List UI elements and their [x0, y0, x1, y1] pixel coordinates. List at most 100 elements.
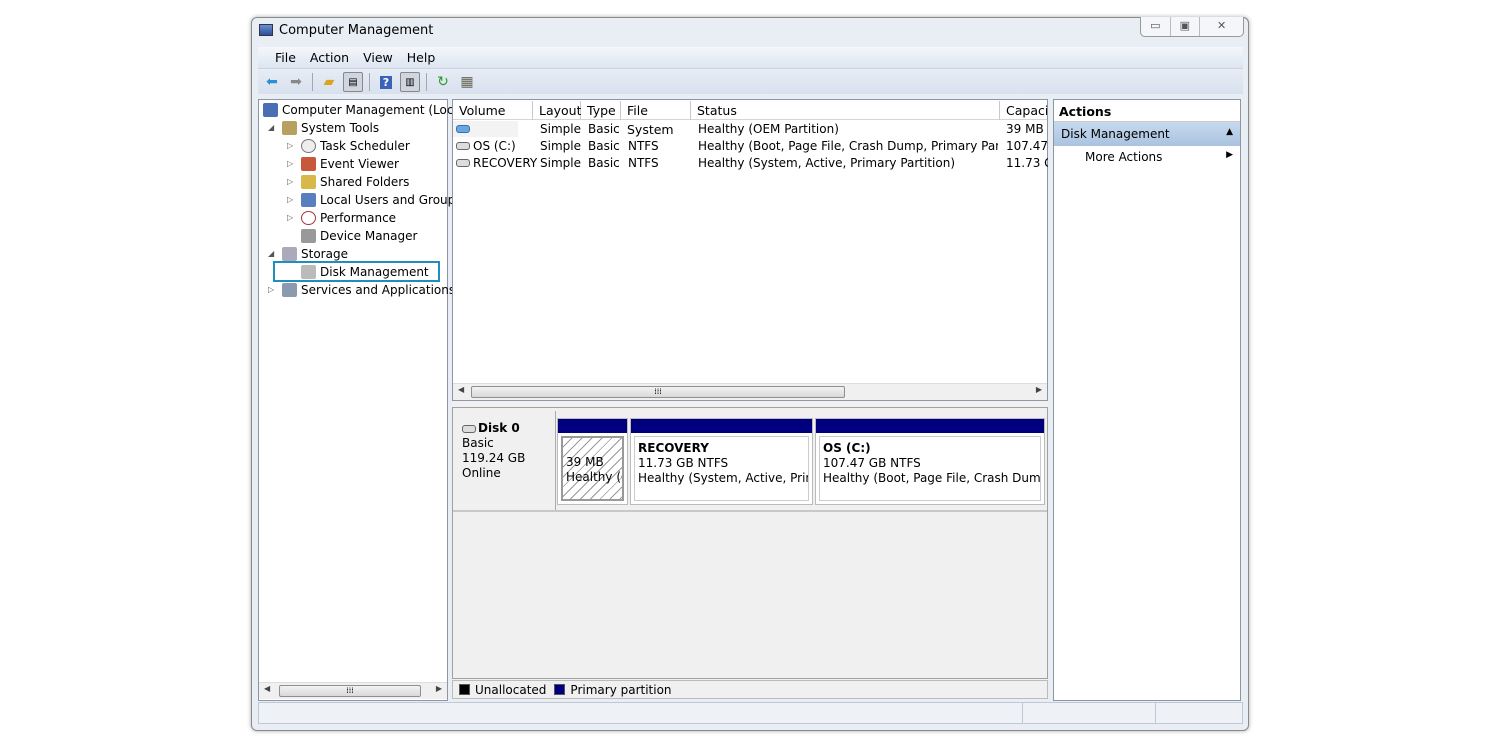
cell-status: Healthy (Boot, Page File, Crash Dump, Pr… [698, 139, 998, 153]
column-header-status[interactable]: Status [691, 101, 1000, 120]
show-hide-action-pane-icon[interactable]: ▥ [400, 72, 420, 92]
expand-arrow-icon[interactable]: ▷ [287, 141, 297, 150]
volume-icon [456, 142, 470, 150]
tree-label: Storage [301, 246, 348, 261]
disk-row-divider [453, 510, 1047, 512]
help-icon[interactable]: ? [376, 72, 396, 92]
minimize-button[interactable]: ▭ [1141, 17, 1171, 36]
expand-arrow-icon[interactable]: ▷ [287, 177, 297, 186]
back-icon[interactable]: ⬅ [262, 72, 282, 92]
partition-size: 107.47 GB NTFS [823, 456, 921, 470]
menu-help[interactable]: Help [400, 50, 443, 65]
services-icon [282, 282, 297, 297]
partition-os-c[interactable]: OS (C:) 107.47 GB NTFS Healthy (Boot, Page… [815, 418, 1045, 505]
legend-unallocated: Unallocated [475, 682, 547, 697]
tree-horizontal-scrollbar[interactable]: ◀ ⁞⁞⁞ ▶ [259, 682, 447, 699]
cell-type: Basic [588, 139, 620, 153]
forward-icon[interactable]: ➡ [286, 72, 306, 92]
show-hide-console-tree-icon[interactable]: ▤ [343, 72, 363, 92]
disk-0-info[interactable]: Disk 0 Basic 119.24 GB Online [453, 411, 556, 511]
partition-recovery[interactable]: RECOVERY 11.73 GB NTFS Healthy (System, Ac… [630, 418, 813, 505]
selection-highlight [273, 261, 440, 282]
list-horizontal-scrollbar[interactable]: ◀ ⁞⁞⁞ ▶ [453, 383, 1047, 400]
partition-name: OS (C:) [823, 441, 871, 455]
partition-status: Healthy (OEM Partition) [566, 470, 622, 484]
disk-icon [462, 425, 476, 433]
menu-view[interactable]: View [356, 50, 400, 65]
clock-icon [301, 138, 316, 153]
tree-item-system-tools[interactable]: ◢ System Tools [268, 119, 379, 136]
app-icon [259, 24, 273, 39]
column-header-file-system[interactable]: File System [621, 101, 691, 137]
menu-bar: File Action View Help [258, 47, 1243, 69]
tree-label: Performance [320, 210, 397, 225]
expand-arrow-icon[interactable]: ▷ [287, 159, 297, 168]
tree-item-services-applications[interactable]: ▷ Services and Applications [268, 281, 455, 298]
disk-name: Disk 0 [478, 421, 520, 435]
properties-icon[interactable]: ▦ [457, 72, 477, 92]
tree-label: Computer Management (Local [282, 102, 465, 117]
tree-item-computer-management[interactable]: Computer Management (Local [263, 101, 464, 118]
tree-label: Event Viewer [320, 156, 399, 171]
more-actions-item[interactable]: More Actions ▶ [1054, 146, 1240, 168]
tree-item-task-scheduler[interactable]: ▷ Task Scheduler [287, 137, 410, 154]
event-viewer-icon [301, 156, 316, 171]
column-header-type[interactable]: Type [581, 101, 621, 120]
close-button[interactable]: ✕ [1200, 17, 1243, 36]
partition-status: Healthy (System, Active, Primary Partiti… [638, 471, 808, 485]
legend: Unallocated Primary partition [452, 680, 1048, 699]
menu-action[interactable]: Action [303, 50, 356, 65]
window-title: Computer Management [279, 23, 434, 38]
cell-volume[interactable]: OS (C:) [473, 139, 516, 153]
cell-capacity: 39 MB [1006, 122, 1044, 136]
cell-layout: Simple [540, 122, 581, 136]
partition-oem[interactable]: 39 MBHealthy (OEM Partition) [557, 418, 628, 505]
partition-size: 39 MB [566, 455, 604, 469]
actions-pane: Actions Disk Management ▲ More Actions ▶ [1053, 99, 1241, 701]
cell-volume[interactable]: RECOVERY [473, 156, 537, 170]
collapse-up-icon[interactable]: ▲ [1226, 127, 1233, 141]
cell-status: Healthy (OEM Partition) [698, 122, 839, 136]
refresh-icon[interactable]: ↻ [433, 72, 453, 92]
performance-icon [301, 210, 316, 225]
expand-arrow-icon[interactable]: ▷ [287, 195, 297, 204]
collapse-arrow-icon[interactable]: ◢ [268, 249, 278, 258]
partition-size: 11.73 GB NTFS [638, 456, 729, 470]
primary-swatch [554, 684, 566, 695]
column-header-layout[interactable]: Layout [533, 101, 582, 120]
partition-name: RECOVERY [638, 441, 709, 455]
maximize-button[interactable]: ▣ [1171, 17, 1201, 36]
disk-type: Basic [462, 436, 494, 450]
up-folder-icon[interactable]: ▰ [319, 72, 339, 92]
tree-label: Local Users and Groups [320, 192, 462, 207]
tree-item-local-users[interactable]: ▷ Local Users and Groups [287, 191, 462, 208]
expand-arrow-icon[interactable]: ▷ [268, 285, 278, 294]
collapse-arrow-icon[interactable]: ◢ [268, 123, 278, 132]
toolbar: ⬅ ➡ ▰ ▤ ? ▥ ↻ ▦ [258, 70, 1243, 94]
cell-file-system: NTFS [628, 139, 659, 153]
tree-item-device-manager[interactable]: Device Manager [301, 227, 417, 244]
volume-icon [456, 125, 470, 133]
menu-file[interactable]: File [268, 50, 303, 65]
column-header-volume[interactable]: Volume [453, 101, 533, 120]
status-bar [258, 702, 1243, 724]
volume-icon [456, 159, 470, 167]
storage-icon [282, 246, 297, 261]
tree-item-performance[interactable]: ▷ Performance [287, 209, 396, 226]
submenu-arrow-icon: ▶ [1226, 150, 1233, 160]
tree-label: System Tools [301, 120, 380, 135]
partition-status: Healthy (Boot, Page File, Crash Dump, Pr… [823, 471, 1041, 485]
cell-type: Basic [588, 156, 620, 170]
actions-section-disk-management[interactable]: Disk Management ▲ [1054, 122, 1240, 146]
cell-capacity: 107.47 GB [1006, 139, 1048, 153]
shared-folder-icon [301, 174, 316, 189]
expand-arrow-icon[interactable]: ▷ [287, 213, 297, 222]
more-actions-label: More Actions [1085, 150, 1163, 164]
tree-item-event-viewer[interactable]: ▷ Event Viewer [287, 155, 399, 172]
disk-size: 119.24 GB [462, 451, 526, 465]
column-header-capacity[interactable]: Capacit [1000, 101, 1047, 120]
cell-type: Basic [588, 122, 620, 136]
tree-label: Shared Folders [320, 174, 410, 189]
tree-item-shared-folders[interactable]: ▷ Shared Folders [287, 173, 409, 190]
tree-item-storage[interactable]: ◢ Storage [268, 245, 348, 262]
